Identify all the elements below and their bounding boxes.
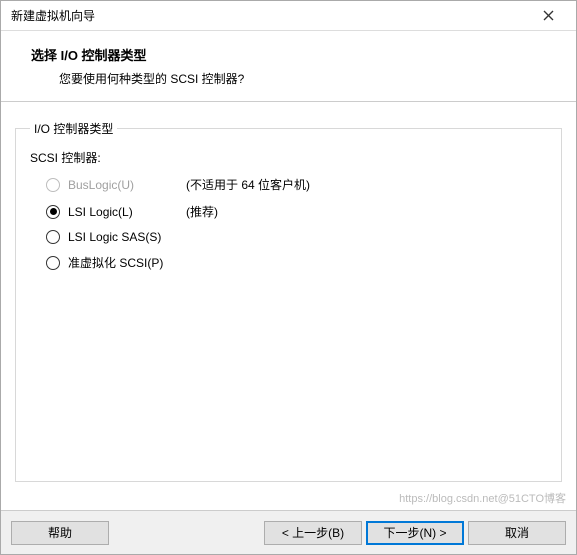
radio-icon bbox=[46, 256, 60, 270]
wizard-content: I/O 控制器类型 SCSI 控制器: BusLogic(U) (不适用于 64… bbox=[1, 102, 576, 492]
radio-note: (不适用于 64 位客户机) bbox=[186, 176, 310, 193]
radio-label: LSI Logic SAS(S) bbox=[68, 230, 178, 244]
help-button[interactable]: 帮助 bbox=[11, 521, 109, 545]
titlebar: 新建虚拟机向导 bbox=[1, 1, 576, 31]
radio-note: (推荐) bbox=[186, 203, 218, 220]
wizard-footer: 帮助 < 上一步(B) 下一步(N) > 取消 bbox=[1, 510, 576, 554]
close-button[interactable] bbox=[528, 3, 568, 29]
radio-label: LSI Logic(L) bbox=[68, 205, 178, 219]
radio-icon bbox=[46, 205, 60, 219]
radio-buslogic: BusLogic(U) (不适用于 64 位客户机) bbox=[46, 176, 547, 193]
wizard-header: 选择 I/O 控制器类型 您要使用何种类型的 SCSI 控制器? bbox=[1, 31, 576, 102]
scsi-subhead: SCSI 控制器: bbox=[30, 149, 547, 166]
radio-label: BusLogic(U) bbox=[68, 178, 178, 192]
io-controller-group: I/O 控制器类型 SCSI 控制器: BusLogic(U) (不适用于 64… bbox=[15, 120, 562, 482]
radio-label: 准虚拟化 SCSI(P) bbox=[68, 254, 178, 271]
page-title: 选择 I/O 控制器类型 bbox=[31, 45, 556, 64]
group-legend: I/O 控制器类型 bbox=[30, 120, 117, 137]
radio-icon bbox=[46, 178, 60, 192]
cancel-button[interactable]: 取消 bbox=[468, 521, 566, 545]
page-subtitle: 您要使用何种类型的 SCSI 控制器? bbox=[59, 70, 556, 87]
next-button[interactable]: 下一步(N) > bbox=[366, 521, 464, 545]
radio-lsi-logic[interactable]: LSI Logic(L) (推荐) bbox=[46, 203, 547, 220]
radio-paravirtual-scsi[interactable]: 准虚拟化 SCSI(P) bbox=[46, 254, 547, 271]
radio-lsi-logic-sas[interactable]: LSI Logic SAS(S) bbox=[46, 230, 547, 244]
watermark: https://blog.csdn.net@51CTO博客 bbox=[399, 490, 566, 506]
back-button[interactable]: < 上一步(B) bbox=[264, 521, 362, 545]
window-title: 新建虚拟机向导 bbox=[11, 7, 528, 24]
close-icon bbox=[543, 10, 554, 21]
radio-icon bbox=[46, 230, 60, 244]
